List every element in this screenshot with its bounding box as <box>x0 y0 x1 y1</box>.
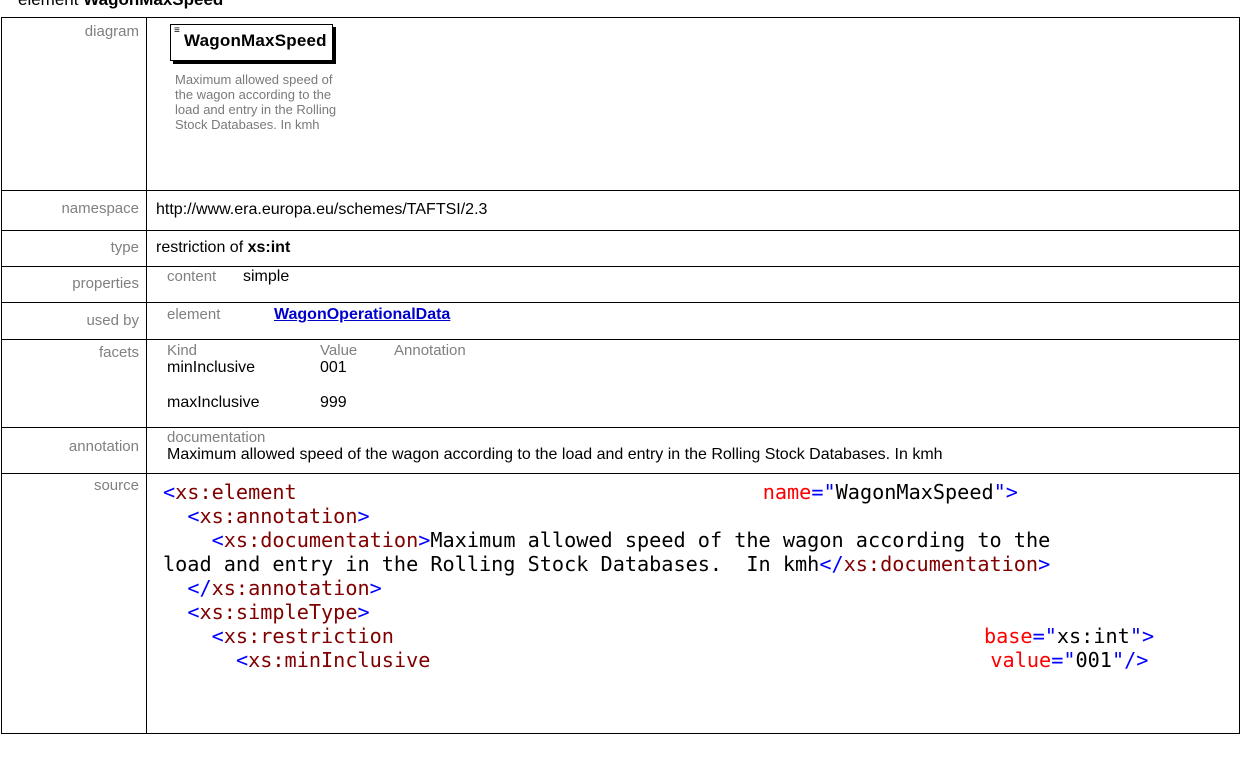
used-by-key: element <box>167 306 221 323</box>
row-diagram: diagram ≡ WagonMaxSpeed Maximum allowed … <box>1 17 1240 191</box>
facets-header-annotation: Annotation <box>394 342 466 359</box>
type-base: xs:int <box>247 239 291 256</box>
facets-cell: Kind Value Annotation minInclusive 001 m… <box>146 339 1240 428</box>
heading-element-name: WagonMaxSpeed <box>83 0 223 9</box>
label-type: type <box>1 230 147 267</box>
label-source: source <box>1 473 147 734</box>
label-annotation: annotation <box>1 427 147 474</box>
facet-value: 999 <box>320 394 347 411</box>
used-by-cell: element WagonOperationalData <box>146 302 1240 340</box>
row-used-by: used by element WagonOperationalData <box>1 302 1240 340</box>
row-properties: properties content simple <box>1 266 1240 303</box>
diagram-documentation: Maximum allowed speed of the wagon accor… <box>175 72 345 132</box>
facets-header-value: Value <box>320 342 358 359</box>
label-diagram: diagram <box>1 17 147 191</box>
annotation-value: Maximum allowed speed of the wagon accor… <box>167 446 943 463</box>
annotation-key: documentation <box>167 429 266 446</box>
properties-value: simple <box>243 268 290 285</box>
label-namespace: namespace <box>1 190 147 231</box>
used-by-element-link[interactable]: WagonOperationalData <box>274 306 450 324</box>
type-value: restriction of xs:int <box>146 230 1240 267</box>
facet-value: 001 <box>320 359 347 376</box>
label-facets: facets <box>1 339 147 428</box>
diagram-doc-line: load and entry in the Rolling <box>175 102 337 117</box>
heading-prefix: element <box>18 0 83 9</box>
source-code: <xs:element name="WagonMaxSpeed"> <xs:ann… <box>163 480 1155 672</box>
annotation-cell: documentation Maximum allowed speed of t… <box>146 427 1240 474</box>
label-properties: properties <box>1 266 147 303</box>
diagram-doc-line: the wagon according to the <box>175 87 332 102</box>
diagram-doc-line: Maximum allowed speed of <box>175 72 333 87</box>
row-type: type restriction of xs:int <box>1 230 1240 267</box>
element-doc-table: diagram ≡ WagonMaxSpeed Maximum allowed … <box>1 17 1240 734</box>
properties-key: content <box>167 268 217 285</box>
facets-header-kind: Kind <box>167 342 198 359</box>
label-used-by: used by <box>1 302 147 340</box>
properties-cell: content simple <box>146 266 1240 303</box>
diagram-element-box[interactable]: ≡ WagonMaxSpeed <box>170 24 333 61</box>
facet-kind: minInclusive <box>167 359 256 376</box>
source-cell: <xs:element name="WagonMaxSpeed"> <xs:ann… <box>146 473 1240 734</box>
facet-kind: maxInclusive <box>167 394 260 411</box>
row-facets: facets Kind Value Annotation minInclusiv… <box>1 339 1240 428</box>
diagram-doc-line: Stock Databases. In kmh <box>175 117 320 132</box>
row-source: source <xs:element name="WagonMaxSpeed"> … <box>1 473 1240 734</box>
diagram-element-name: WagonMaxSpeed <box>184 31 327 50</box>
element-lines-icon: ≡ <box>174 25 180 36</box>
page-heading: element WagonMaxSpeed <box>18 0 223 10</box>
type-prefix: restriction of <box>156 239 248 256</box>
row-namespace: namespace http://www.era.europa.eu/schem… <box>1 190 1240 231</box>
row-annotation: annotation documentation Maximum allowed… <box>1 427 1240 474</box>
namespace-value: http://www.era.europa.eu/schemes/TAFTSI/… <box>146 190 1240 231</box>
facets-table: Kind Value Annotation minInclusive 001 m… <box>167 343 1239 412</box>
diagram-cell: ≡ WagonMaxSpeed Maximum allowed speed of… <box>146 17 1240 191</box>
